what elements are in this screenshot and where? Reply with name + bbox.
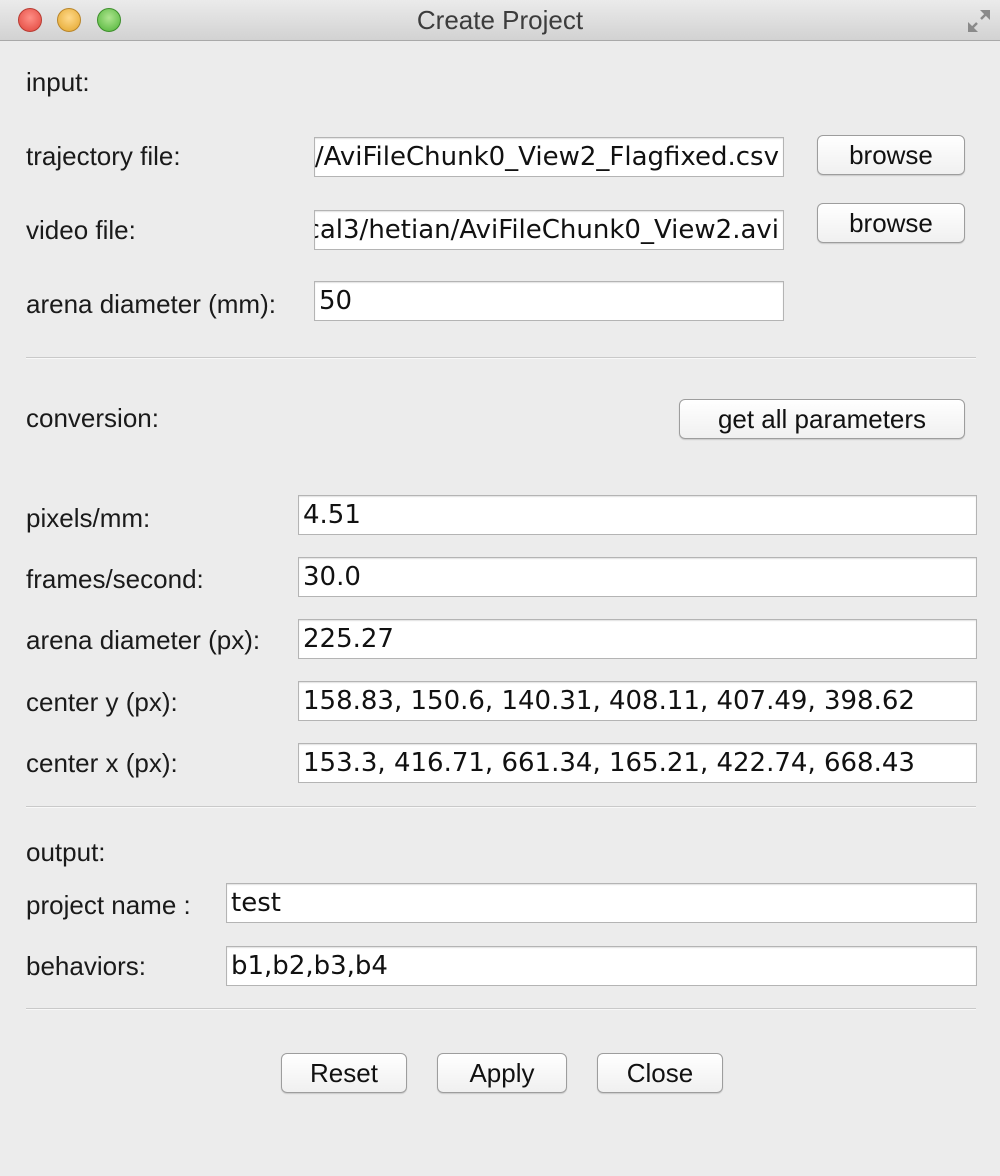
pixels-mm-label: pixels/mm: [26, 503, 151, 533]
trajectory-file-input[interactable]: n/AviFileChunk0_View2_Flagfixed.csv [314, 137, 784, 177]
create-project-window: Create Project input: trajectory file: n… [0, 0, 1000, 1176]
trajectory-file-label: trajectory file: [26, 141, 181, 171]
conversion-section-label: conversion: [26, 403, 159, 433]
project-name-label: project name : [26, 890, 191, 920]
apply-button[interactable]: Apply [437, 1053, 567, 1093]
center-y-input[interactable]: 158.83, 150.6, 140.31, 408.11, 407.49, 3… [298, 681, 977, 721]
fullscreen-icon[interactable] [964, 6, 994, 36]
output-section-label: output: [26, 837, 106, 867]
behaviors-input[interactable]: b1,b2,b3,b4 [226, 946, 977, 986]
video-file-label: video file: [26, 215, 136, 245]
frames-second-input[interactable]: 30.0 [298, 557, 977, 597]
arena-diameter-mm-input[interactable]: 50 [314, 281, 784, 321]
center-x-input[interactable]: 153.3, 416.71, 661.34, 165.21, 422.74, 6… [298, 743, 977, 783]
title-bar[interactable]: Create Project [0, 0, 1000, 41]
arena-diameter-mm-label: arena diameter (mm): [26, 289, 276, 319]
separator [26, 806, 976, 808]
reset-button[interactable]: Reset [281, 1053, 407, 1093]
frames-second-label: frames/second: [26, 564, 204, 594]
video-file-input[interactable]: cal3/hetian/AviFileChunk0_View2.avi [314, 210, 784, 250]
browse-video-button[interactable]: browse [817, 203, 965, 243]
window-title: Create Project [416, 5, 584, 35]
close-button[interactable]: Close [597, 1053, 723, 1093]
get-all-parameters-button[interactable]: get all parameters [679, 399, 965, 439]
behaviors-label: behaviors: [26, 951, 146, 981]
separator [26, 1008, 976, 1010]
project-name-input[interactable]: test [226, 883, 977, 923]
input-section-label: input: [26, 67, 90, 97]
arena-diameter-px-input[interactable]: 225.27 [298, 619, 977, 659]
separator [26, 357, 976, 359]
arena-diameter-px-label: arena diameter (px): [26, 625, 261, 655]
browse-trajectory-button[interactable]: browse [817, 135, 965, 175]
center-y-label: center y (px): [26, 687, 178, 717]
pixels-mm-input[interactable]: 4.51 [298, 495, 977, 535]
center-x-label: center x (px): [26, 748, 178, 778]
